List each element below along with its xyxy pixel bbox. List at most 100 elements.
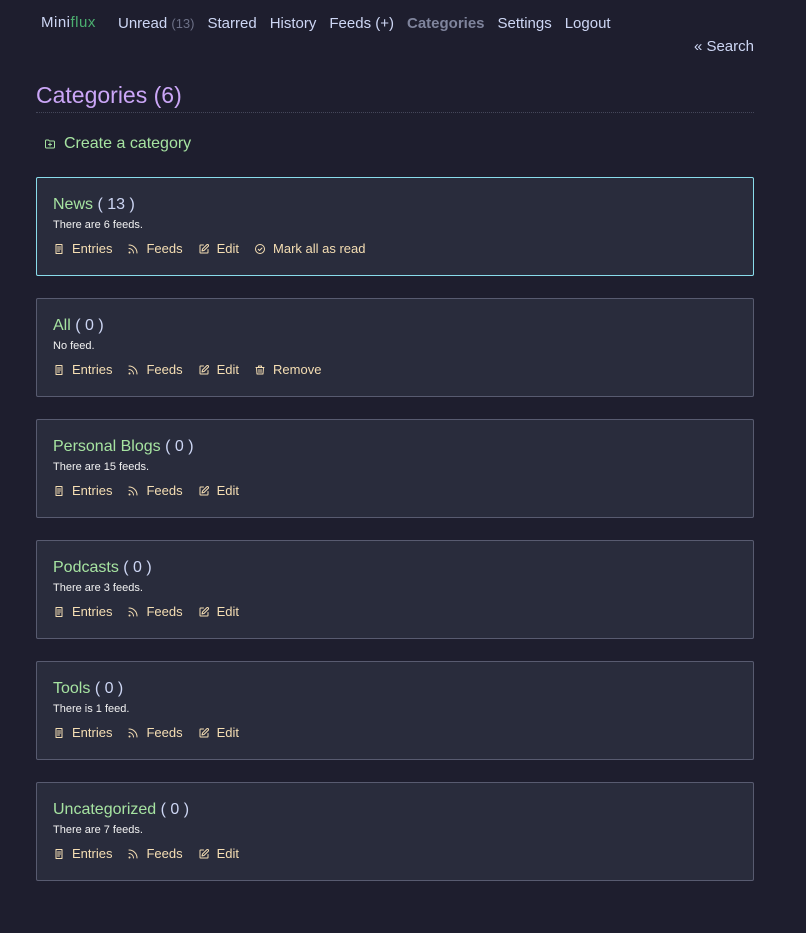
page-title: Categories (6) (36, 80, 754, 113)
action-feeds[interactable]: Feeds (127, 241, 183, 256)
folder-plus-icon (45, 139, 55, 149)
rss-icon (128, 486, 138, 495)
file-text-icon (55, 727, 63, 738)
check-circle-icon (255, 243, 266, 254)
file-text-icon (55, 364, 63, 375)
category-name-link[interactable]: Personal Blogs (53, 438, 161, 455)
action-label: Feeds (146, 604, 183, 619)
action-edit[interactable]: Edit (198, 241, 239, 256)
category-list: News ( 13 ) There are 6 feeds. Entries Feed… (36, 177, 754, 881)
action-label: Feeds (146, 725, 183, 740)
action-entries[interactable]: Entries (53, 362, 112, 377)
action-feeds[interactable]: Feeds (127, 846, 183, 861)
action-entries[interactable]: Entries (53, 725, 112, 740)
edit-icon (199, 848, 209, 858)
nav-logout[interactable]: Logout (565, 15, 611, 32)
action-label: Entries (72, 725, 113, 740)
file-text-icon (55, 848, 63, 859)
action-label: Entries (72, 846, 113, 861)
file-text-icon (55, 485, 63, 496)
category-feed-count: No feed. (53, 340, 95, 352)
category-name-link[interactable]: Uncategorized (53, 801, 156, 818)
category-title: Podcasts ( 0 ) (53, 558, 737, 578)
category-title: All ( 0 ) (53, 316, 737, 336)
edit-icon (199, 364, 209, 374)
category-card: News ( 13 ) There are 6 feeds. Entries Feed… (36, 177, 754, 276)
category-title: Tools ( 0 ) (53, 679, 737, 699)
category-name-link[interactable]: All (53, 317, 71, 334)
action-label: Edit (216, 725, 240, 740)
logo[interactable]: Miniflux (41, 14, 96, 31)
category-title: Uncategorized ( 0 ) (53, 800, 737, 820)
action-label: Edit (216, 241, 240, 256)
category-feed-count: There are 7 feeds. (53, 824, 143, 836)
action-feeds[interactable]: Feeds (127, 483, 183, 498)
action-edit[interactable]: Edit (198, 362, 239, 377)
category-card: Uncategorized ( 0 ) There are 7 feeds. Ent… (36, 782, 754, 881)
category-feed-count: There is 1 feed. (53, 703, 130, 715)
category-name-link[interactable]: News (53, 196, 93, 213)
action-label: Entries (72, 604, 113, 619)
action-edit[interactable]: Edit (198, 604, 239, 619)
category-unread-count: ( 0 ) (165, 438, 194, 455)
rss-icon (128, 849, 138, 858)
action-label: Feeds (146, 483, 183, 498)
action-entries[interactable]: Entries (53, 604, 112, 619)
trash-icon (255, 365, 265, 374)
action-remove[interactable]: Remove (254, 362, 321, 377)
category-actions: Entries Feeds Edit Remove (53, 362, 737, 377)
category-feed-count: There are 15 feeds. (53, 461, 150, 473)
nav-starred[interactable]: Starred (208, 15, 257, 32)
category-actions: Entries Feeds Edit (53, 725, 737, 740)
action-edit[interactable]: Edit (198, 483, 239, 498)
nav-settings[interactable]: Settings (498, 15, 552, 32)
action-label: Remove (273, 362, 322, 377)
action-label: Mark all as read (273, 241, 366, 256)
action-label: Edit (216, 362, 240, 377)
category-feed-count: There are 3 feeds. (53, 582, 143, 594)
action-edit[interactable]: Edit (198, 846, 239, 861)
action-label: Feeds (146, 241, 183, 256)
nav-feeds[interactable]: Feeds (+) (329, 15, 394, 32)
category-card: Tools ( 0 ) There is 1 feed. Entries Feeds E… (36, 661, 754, 760)
action-entries[interactable]: Entries (53, 483, 112, 498)
action-mark-all-as-read[interactable]: Mark all as read (254, 241, 366, 256)
category-title: Personal Blogs ( 0 ) (53, 437, 737, 457)
edit-icon (199, 485, 209, 495)
action-entries[interactable]: Entries (53, 241, 112, 256)
file-text-icon (55, 606, 63, 617)
create-category-link[interactable]: Create a category (44, 133, 754, 155)
nav-categories[interactable]: Categories (407, 15, 485, 32)
logo-flux: flux (70, 14, 96, 31)
category-unread-count: ( 0 ) (160, 801, 190, 818)
action-feeds[interactable]: Feeds (127, 604, 183, 619)
category-card: Personal Blogs ( 0 ) There are 15 feeds. E… (36, 419, 754, 518)
edit-icon (199, 727, 209, 737)
category-name-link[interactable]: Tools (53, 680, 90, 697)
action-feeds[interactable]: Feeds (127, 725, 183, 740)
category-unread-count: ( 0 ) (94, 680, 124, 697)
edit-icon (199, 243, 209, 253)
category-unread-count: ( 0 ) (123, 559, 152, 576)
action-label: Feeds (146, 846, 183, 861)
logo-mini: Mini (41, 14, 71, 31)
edit-icon (199, 606, 209, 616)
action-label: Edit (216, 846, 240, 861)
category-title: News ( 13 ) (53, 195, 737, 215)
action-label: Edit (216, 483, 240, 498)
nav-history[interactable]: History (270, 15, 317, 32)
category-feed-count: There are 6 feeds. (53, 219, 143, 231)
action-entries[interactable]: Entries (53, 846, 112, 861)
search-link[interactable]: « Search (694, 38, 754, 55)
nav-unread[interactable]: Unread (13) (118, 15, 195, 32)
category-actions: Entries Feeds Edit (53, 483, 737, 498)
rss-icon (128, 244, 138, 253)
action-feeds[interactable]: Feeds (127, 362, 183, 377)
main-nav: Unread (13) Starred History Feeds (+) Ca… (118, 15, 611, 32)
file-text-icon (55, 243, 63, 254)
action-label: Entries (72, 483, 113, 498)
action-edit[interactable]: Edit (198, 725, 239, 740)
category-actions: Entries Feeds Edit Mark all as read (53, 241, 737, 256)
rss-icon (128, 607, 138, 616)
category-name-link[interactable]: Podcasts (53, 559, 119, 576)
